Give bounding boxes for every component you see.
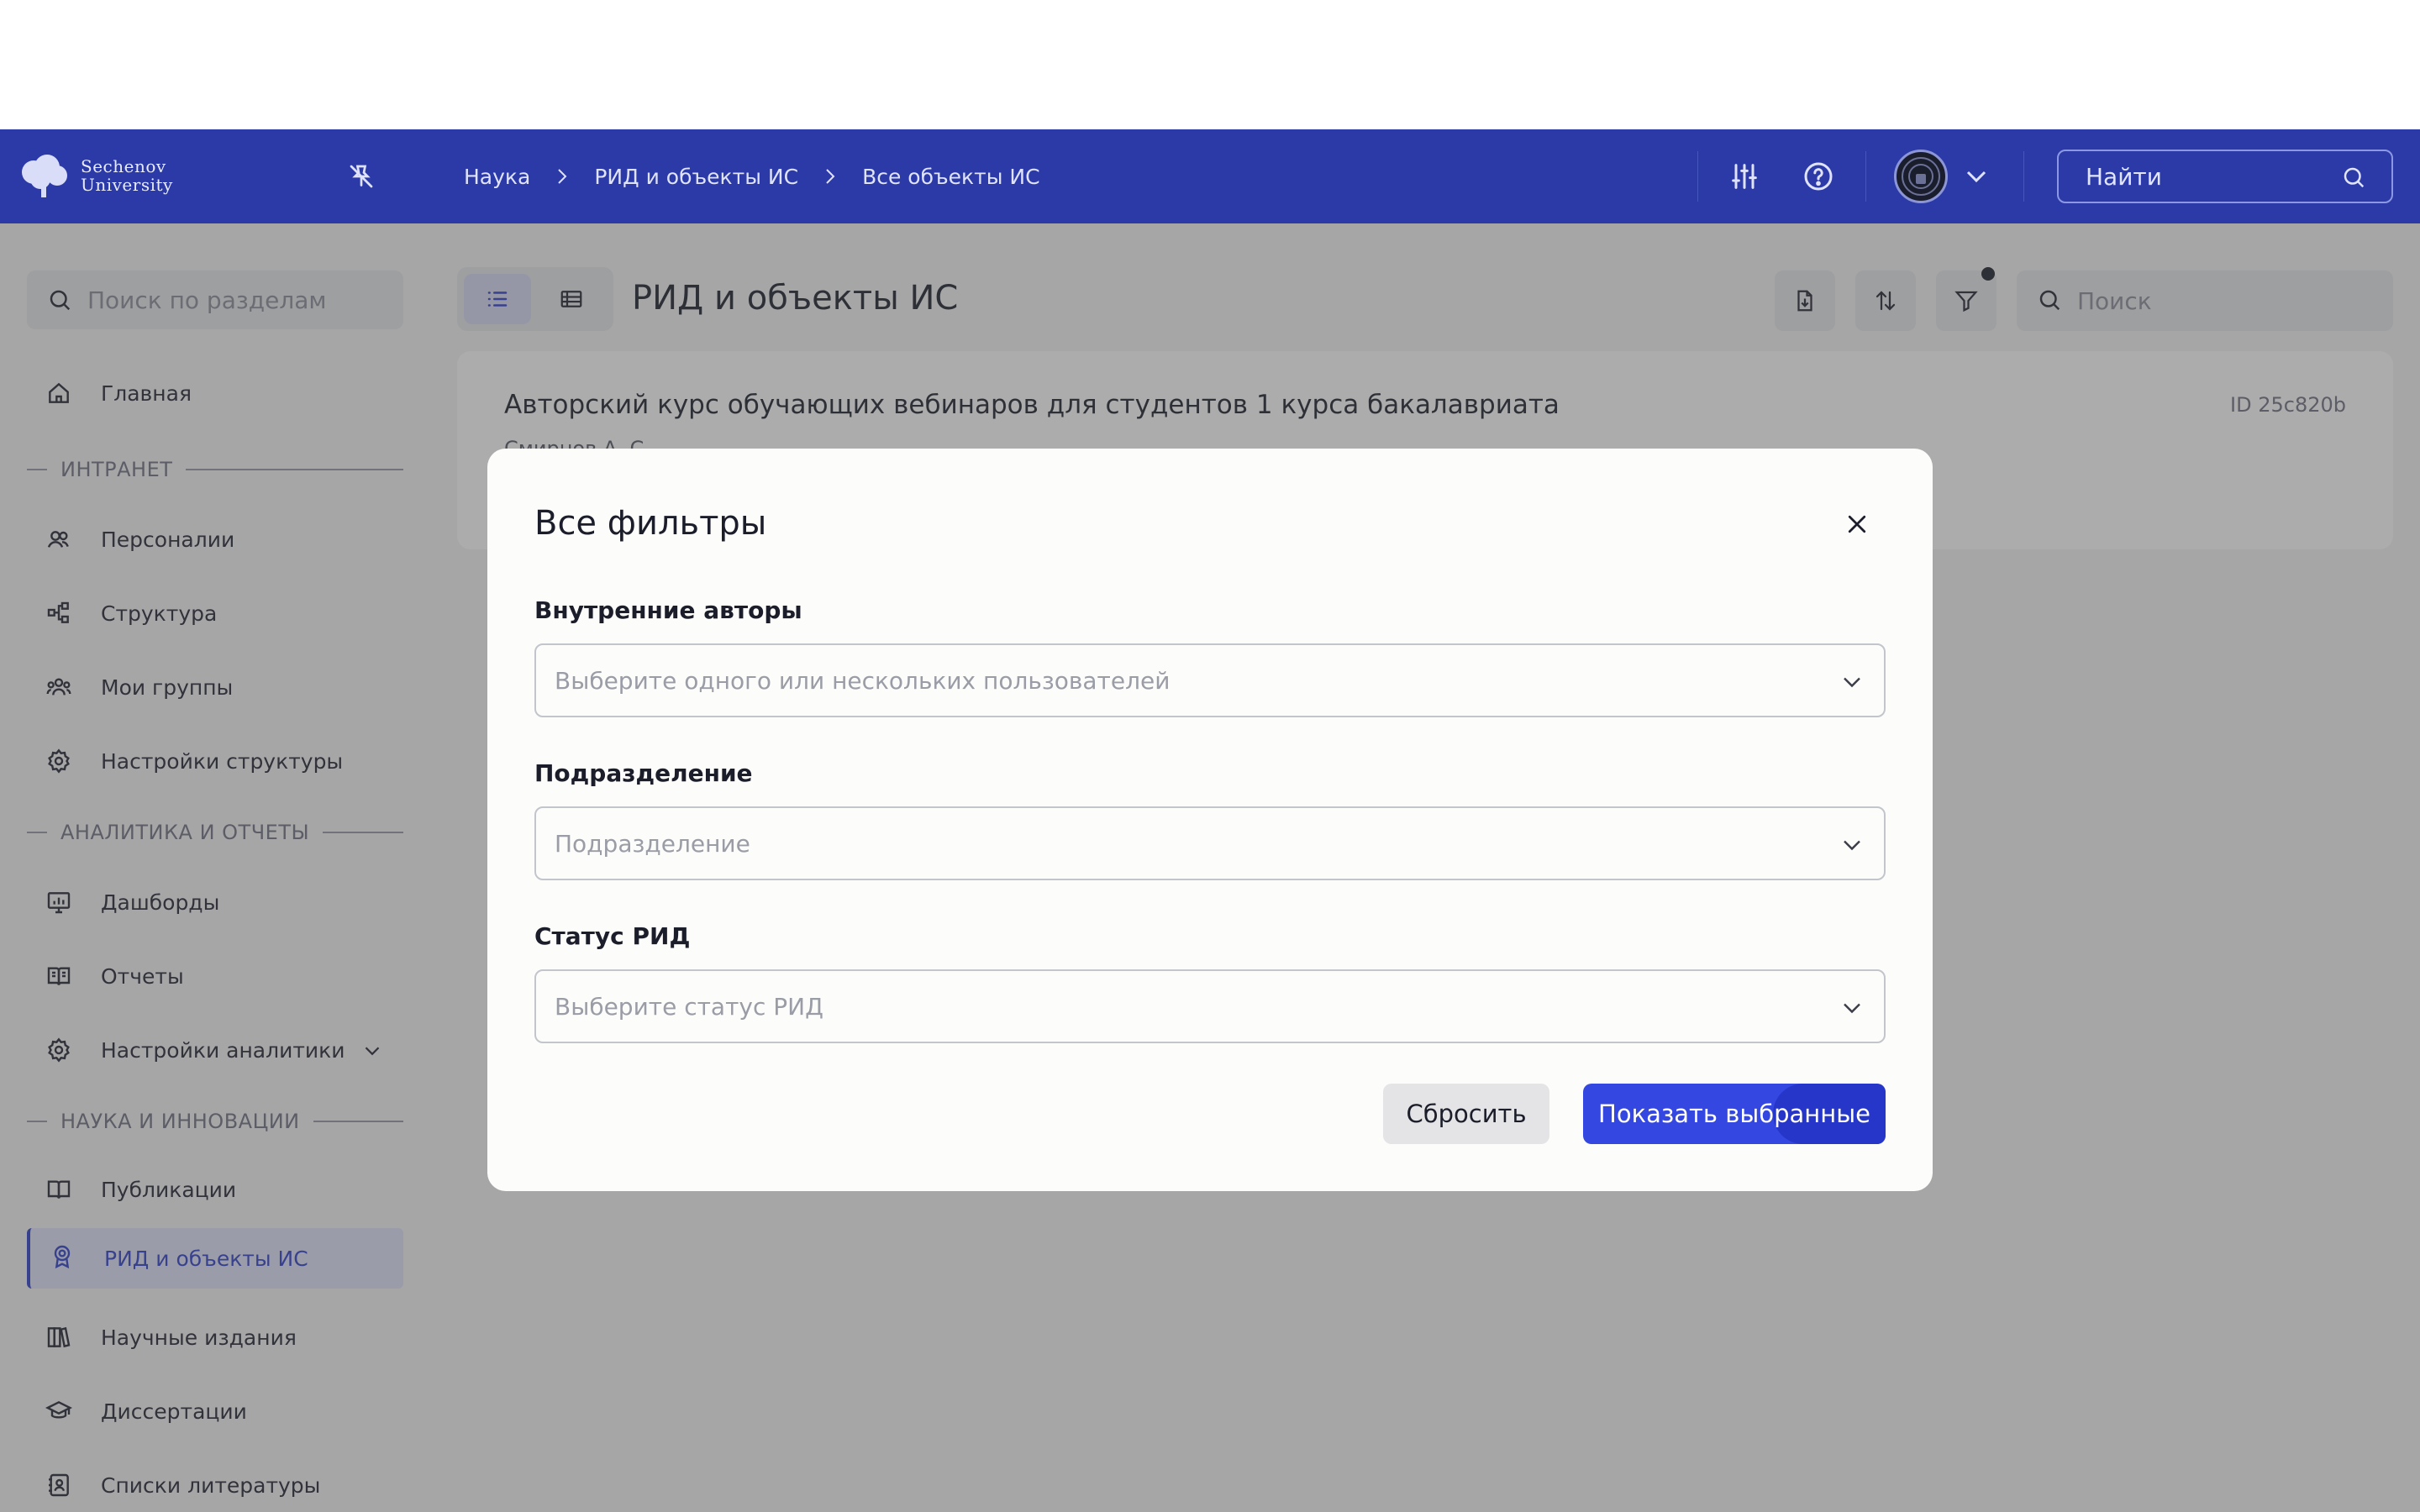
show-selected-label: Показать выбранные [1598,1100,1870,1128]
top-header: Sechenov University Наука РИД и объекты … [0,129,2420,223]
reset-button[interactable]: Сбросить [1383,1084,1549,1144]
close-icon[interactable] [1840,507,1874,541]
chevron-right-icon [812,160,849,193]
logo-line-1: Sechenov [81,156,166,176]
top-blank-area [0,0,2420,129]
rid-status-placeholder: Выберите статус РИД [555,992,823,1021]
breadcrumb-item-all-objects: Все объекты ИС [862,164,1040,189]
modal-title: Все фильтры [534,504,767,543]
rid-status-label: Статус РИД [534,922,691,950]
sechenov-logo[interactable]: Sechenov University [17,150,173,202]
logo-line-2: University [81,175,173,195]
global-search-input[interactable]: Найти [2057,150,2393,203]
department-label: Подразделение [534,759,753,787]
department-placeholder: Подразделение [555,829,750,858]
breadcrumb: Наука РИД и объекты ИС Все объекты ИС [464,160,1040,193]
internal-authors-select[interactable]: Выберите одного или нескольких пользоват… [534,643,1886,717]
sliders-icon[interactable] [1728,160,1761,193]
pin-off-icon[interactable] [346,161,376,192]
header-divider [1697,151,1698,202]
chevron-down-icon [1837,830,1867,860]
help-icon[interactable] [1802,160,1835,193]
chevron-down-icon[interactable] [1960,160,1993,193]
chevron-down-icon [1837,667,1867,697]
rid-status-select[interactable]: Выберите статус РИД [534,969,1886,1043]
search-icon[interactable] [2341,165,2366,190]
breadcrumb-item-science[interactable]: Наука [464,165,530,189]
header-divider [1865,151,1866,202]
internal-authors-label: Внутренние авторы [534,596,802,624]
user-avatar[interactable] [1894,150,1948,203]
global-search-placeholder: Найти [2086,162,2162,191]
tree-logo-icon [17,152,71,199]
chevron-right-icon [544,160,581,193]
breadcrumb-item-rid[interactable]: РИД и объекты ИС [594,165,798,189]
show-selected-button[interactable]: Показать выбранные [1583,1084,1886,1144]
department-select[interactable]: Подразделение [534,806,1886,880]
filters-modal: Все фильтры Внутренние авторы Выберите о… [487,449,1933,1191]
internal-authors-placeholder: Выберите одного или нескольких пользоват… [555,666,1171,695]
header-divider [2023,151,2024,202]
chevron-down-icon [1837,993,1867,1023]
